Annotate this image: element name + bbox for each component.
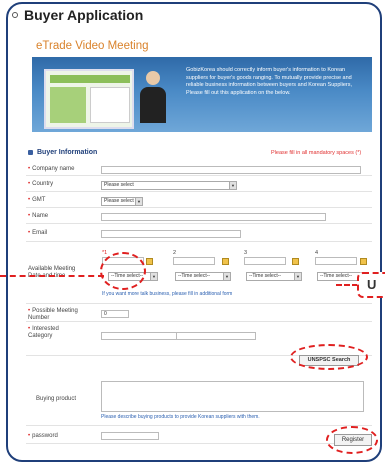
calendar-icon[interactable] [360, 258, 367, 265]
email-input[interactable] [101, 230, 241, 238]
meeting-time-label: Available Meeting Date and time [28, 266, 76, 279]
row-gmt: • GMT Please select ▼ [26, 194, 372, 208]
banner: GobizKorea should correctly inform buyer… [32, 57, 372, 132]
row-meeting-time: Available Meeting Date and time *1 --Tim… [26, 244, 372, 304]
row-company-name: • Company name [26, 164, 372, 176]
chevron-down-icon: ▼ [150, 273, 157, 280]
chevron-down-icon: ▼ [223, 273, 230, 280]
row-password: • password [26, 428, 372, 444]
possible-meeting-label: Possible Meeting Number [28, 308, 78, 321]
slot-1-date-input[interactable] [102, 257, 144, 265]
slot-2-date-input[interactable] [173, 257, 215, 265]
row-interested-category: • Interested Category [26, 324, 372, 356]
name-input[interactable] [101, 213, 326, 221]
interested-category-label: Interested Category [28, 326, 59, 339]
country-label: Country [32, 181, 54, 187]
person-image [140, 71, 166, 123]
possible-meeting-input[interactable]: 0 [101, 310, 129, 318]
row-country: • Country Please select ▼ [26, 178, 372, 192]
section-title: Buyer Information [37, 149, 98, 156]
slot-1-label: *1 [102, 250, 108, 256]
calendar-icon[interactable] [222, 258, 229, 265]
company-name-input[interactable] [101, 166, 361, 174]
register-button[interactable]: Register [334, 434, 372, 446]
callout-connector-line-right [336, 284, 358, 286]
category-input-1[interactable] [101, 332, 181, 340]
chevron-down-icon: ▼ [135, 198, 142, 205]
banner-text: GobizKorea should correctly inform buyer… [186, 67, 353, 96]
password-input[interactable] [101, 432, 159, 440]
chevron-down-icon: ▼ [229, 182, 236, 189]
calendar-icon[interactable] [292, 258, 299, 265]
slot-3-time-select[interactable]: --Time select-- ▼ [246, 272, 302, 281]
category-input-2[interactable] [176, 332, 256, 340]
slot-2-time-select[interactable]: --Time select-- ▼ [175, 272, 231, 281]
slot-4-label: 4 [315, 250, 319, 256]
gmt-label: GMT [32, 197, 46, 203]
password-label: password [32, 433, 58, 439]
zoom-callout: U [357, 272, 385, 298]
buying-product-label: Buying product [36, 396, 77, 402]
website-screenshot-image [44, 69, 134, 129]
meeting-help-link[interactable]: If you want more talk business, please f… [102, 291, 232, 297]
slot-1-time-select[interactable]: --Time select-- ▼ [108, 272, 158, 281]
row-email: • Email [26, 226, 372, 242]
company-name-label: Company name [32, 166, 75, 172]
callout-connector-line [0, 275, 104, 277]
row-possible-meeting: • Possible Meeting Number 0 [26, 306, 372, 322]
email-label: Email [32, 230, 48, 236]
calendar-icon[interactable] [146, 258, 153, 265]
name-label: Name [32, 213, 49, 219]
slot-2-label: 2 [173, 250, 177, 256]
gmt-select[interactable]: Please select ▼ [101, 197, 143, 206]
section-header: Buyer Information [28, 149, 97, 156]
title-bullet-icon [12, 12, 18, 18]
row-name: • Name [26, 210, 372, 224]
page-title: Buyer Application [24, 7, 144, 23]
chevron-down-icon: ▼ [294, 273, 301, 280]
unspsc-search-button[interactable]: UNSPSC Search [299, 355, 359, 366]
mandatory-note: Please fill in all mandatory spaces (*) [271, 150, 362, 156]
buying-product-textarea[interactable] [101, 381, 364, 412]
country-select[interactable]: Please select ▼ [101, 181, 237, 190]
slot-3-date-input[interactable] [244, 257, 286, 265]
section-bullet-icon [28, 150, 33, 155]
page-subtitle: eTrade Video Meeting [36, 40, 149, 52]
buying-product-help: Please describe buying products to provi… [101, 414, 260, 420]
slot-4-date-input[interactable] [315, 257, 357, 265]
slot-3-label: 3 [244, 250, 248, 256]
title-row: Buyer Application [12, 7, 143, 23]
